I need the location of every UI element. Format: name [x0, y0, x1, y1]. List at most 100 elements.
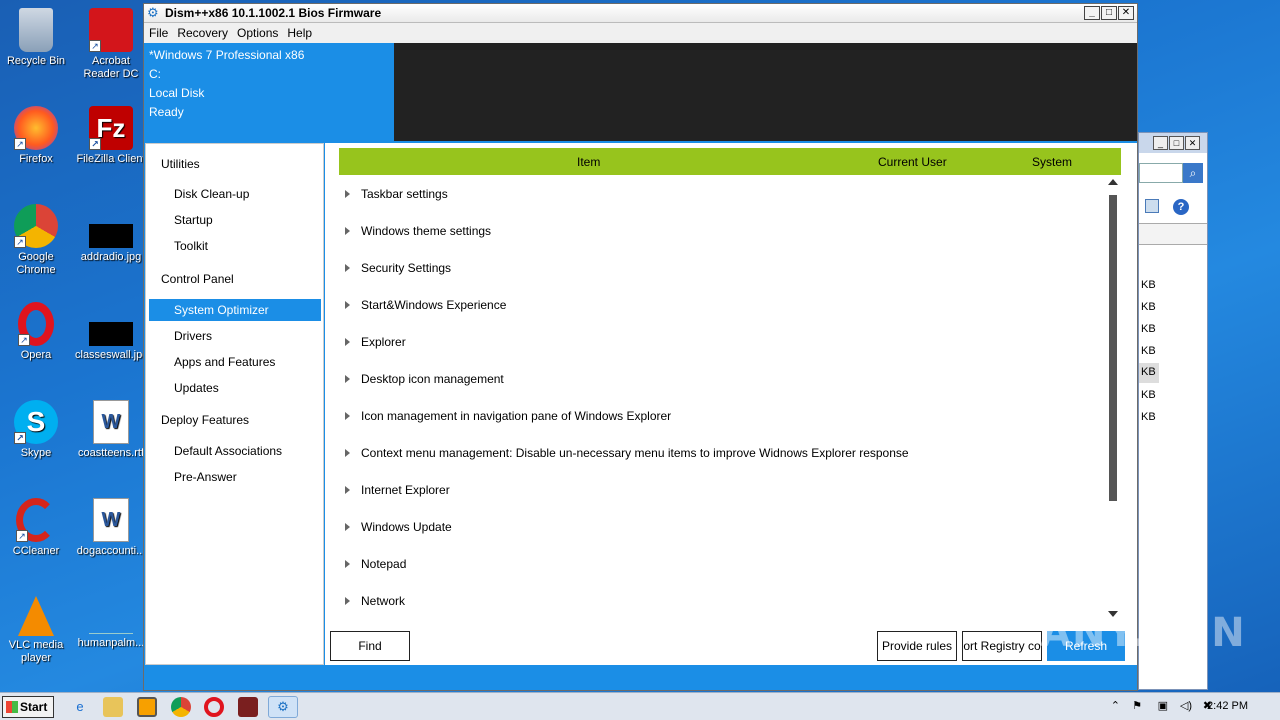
chrome-taskbar-icon[interactable]: [171, 697, 191, 717]
clock[interactable]: 2:42 PM: [1207, 700, 1248, 712]
winrar-icon[interactable]: [238, 697, 258, 717]
expand-arrow-icon[interactable]: [345, 189, 350, 198]
status-text: Ready: [149, 105, 184, 119]
table-row[interactable]: Start&Windows Experience: [339, 286, 1104, 323]
table-row[interactable]: Notepad: [339, 545, 1104, 582]
expand-arrow-icon[interactable]: [345, 448, 350, 457]
table-row[interactable]: Explorer: [339, 323, 1104, 360]
provide-rules-button[interactable]: Provide rules: [877, 631, 957, 661]
desktop-icon-classeswall[interactable]: classeswall.jpg: [75, 302, 147, 362]
window-titlebar[interactable]: ⚙ Dism++x86 10.1.1002.1 Bios Firmware _ …: [144, 4, 1137, 23]
desktop-icon-ccleaner[interactable]: ↗ CCleaner: [0, 498, 72, 558]
menu-help[interactable]: Help: [287, 26, 312, 40]
table-row[interactable]: Windows theme settings: [339, 212, 1104, 249]
background-column-header[interactable]: [1139, 223, 1207, 245]
table-row[interactable]: Network: [339, 582, 1104, 619]
desktop-icon-skype[interactable]: S ↗ Skype: [0, 400, 72, 460]
column-header-item[interactable]: Item: [577, 155, 600, 169]
table-row[interactable]: Desktop icon management: [339, 360, 1104, 397]
sidebar-item-disk-clean-up[interactable]: Disk Clean-up: [149, 183, 321, 205]
flag-icon[interactable]: ⚑: [1132, 699, 1142, 712]
desktop-icon-addradio[interactable]: addradio.jpg: [75, 204, 147, 264]
volume-icon[interactable]: ◁): [1180, 699, 1192, 712]
column-header-current-user[interactable]: Current User: [878, 155, 947, 169]
sidebar-group-control-panel: Control Panel: [161, 272, 234, 286]
image-info-panel[interactable]: *Windows 7 Professional x86 C: Local Dis…: [144, 43, 394, 143]
layout-icon[interactable]: [1145, 199, 1159, 213]
sidebar-item-drivers[interactable]: Drivers: [149, 325, 321, 347]
table-row[interactable]: Icon management in navigation pane of Wi…: [339, 397, 1104, 434]
table-header: Item Current User System: [339, 148, 1121, 175]
sidebar-item-startup[interactable]: Startup: [149, 209, 321, 231]
network-icon[interactable]: ▣: [1158, 699, 1168, 712]
file-size: KB: [1139, 363, 1159, 383]
import-registry-button[interactable]: ort Registry co: [962, 631, 1042, 661]
sidebar: Utilities Disk Clean-up Startup Toolkit …: [145, 143, 324, 665]
desktop-icon-acrobat[interactable]: ↗ Acrobat Reader DC: [75, 8, 147, 81]
background-window[interactable]: _ □ ✕ ⌕ ? KB KB KB KB KB KB KB: [1138, 132, 1208, 690]
expand-arrow-icon[interactable]: [345, 522, 350, 531]
drive-letter: C:: [149, 67, 161, 81]
expand-arrow-icon[interactable]: [345, 559, 350, 568]
sidebar-item-toolkit[interactable]: Toolkit: [149, 235, 321, 257]
scrollbar-thumb[interactable]: [1109, 195, 1117, 501]
table-row[interactable]: Security Settings: [339, 249, 1104, 286]
tray-expand-icon[interactable]: ⌃: [1111, 699, 1120, 712]
word-document-icon: W: [93, 400, 129, 444]
disk-label: Local Disk: [149, 86, 205, 100]
table-row[interactable]: Context menu management: Disable un-nece…: [339, 434, 1104, 471]
sidebar-item-default-associations[interactable]: Default Associations: [149, 440, 321, 462]
desktop-icon-filezilla[interactable]: Fz ↗ FileZilla Client: [75, 106, 147, 166]
table-row[interactable]: Taskbar settings: [339, 175, 1104, 212]
column-header-system[interactable]: System: [1032, 155, 1072, 169]
explorer-icon[interactable]: [103, 697, 123, 717]
sidebar-item-updates[interactable]: Updates: [149, 377, 321, 399]
file-size: KB: [1141, 279, 1156, 291]
menu-file[interactable]: File: [149, 26, 168, 40]
expand-arrow-icon[interactable]: [345, 596, 350, 605]
minimize-icon[interactable]: _: [1153, 136, 1168, 150]
find-button[interactable]: Find: [330, 631, 410, 661]
help-icon[interactable]: ?: [1173, 199, 1189, 215]
expand-arrow-icon[interactable]: [345, 374, 350, 383]
table-row[interactable]: Internet Explorer: [339, 471, 1104, 508]
close-button[interactable]: ✕: [1118, 6, 1134, 20]
expand-arrow-icon[interactable]: [345, 226, 350, 235]
desktop-icon-humanpalm[interactable]: humanpalm...: [75, 596, 147, 650]
ccleaner-icon: ↗: [16, 498, 56, 542]
desktop-icon-recycle-bin[interactable]: Recycle Bin: [0, 8, 72, 68]
file-size: KB: [1141, 345, 1156, 357]
file-size: KB: [1141, 323, 1156, 335]
desktop-icon-opera[interactable]: ↗ Opera: [0, 302, 72, 362]
sidebar-item-pre-answer[interactable]: Pre-Answer: [149, 466, 321, 488]
desktop-icon-coastteens[interactable]: W coastteens.rtf: [75, 400, 147, 460]
os-name: *Windows 7 Professional x86: [149, 48, 305, 62]
minimize-button[interactable]: _: [1084, 6, 1100, 20]
desktop-icon-firefox[interactable]: ↗ Firefox: [0, 106, 72, 166]
table-row[interactable]: Windows Update: [339, 508, 1104, 545]
vertical-scrollbar[interactable]: [1104, 175, 1121, 621]
expand-arrow-icon[interactable]: [345, 411, 350, 420]
menu-options[interactable]: Options: [237, 26, 278, 40]
close-icon[interactable]: ✕: [1185, 136, 1200, 150]
dism-taskbar-icon[interactable]: ⚙: [268, 696, 298, 718]
expand-arrow-icon[interactable]: [345, 485, 350, 494]
opera-taskbar-icon[interactable]: [204, 697, 224, 717]
sidebar-item-system-optimizer[interactable]: System Optimizer: [149, 299, 321, 321]
desktop-icon-dogaccounting[interactable]: W dogaccounti...: [75, 498, 147, 558]
media-player-icon[interactable]: [137, 697, 157, 717]
menu-recovery[interactable]: Recovery: [177, 26, 228, 40]
desktop-icon-chrome[interactable]: ↗ Google Chrome: [0, 204, 72, 277]
expand-arrow-icon[interactable]: [345, 263, 350, 272]
internet-explorer-icon[interactable]: e: [70, 697, 90, 717]
start-button[interactable]: Start: [2, 696, 54, 718]
maximize-icon[interactable]: □: [1169, 136, 1184, 150]
expand-arrow-icon[interactable]: [345, 300, 350, 309]
sidebar-item-apps-and-features[interactable]: Apps and Features: [149, 351, 321, 373]
background-search-input[interactable]: [1139, 163, 1183, 183]
expand-arrow-icon[interactable]: [345, 337, 350, 346]
search-icon[interactable]: ⌕: [1183, 163, 1203, 183]
desktop-icon-vlc[interactable]: VLC media player: [0, 596, 72, 665]
scroll-up-icon[interactable]: [1108, 179, 1118, 185]
maximize-button[interactable]: □: [1101, 6, 1117, 20]
